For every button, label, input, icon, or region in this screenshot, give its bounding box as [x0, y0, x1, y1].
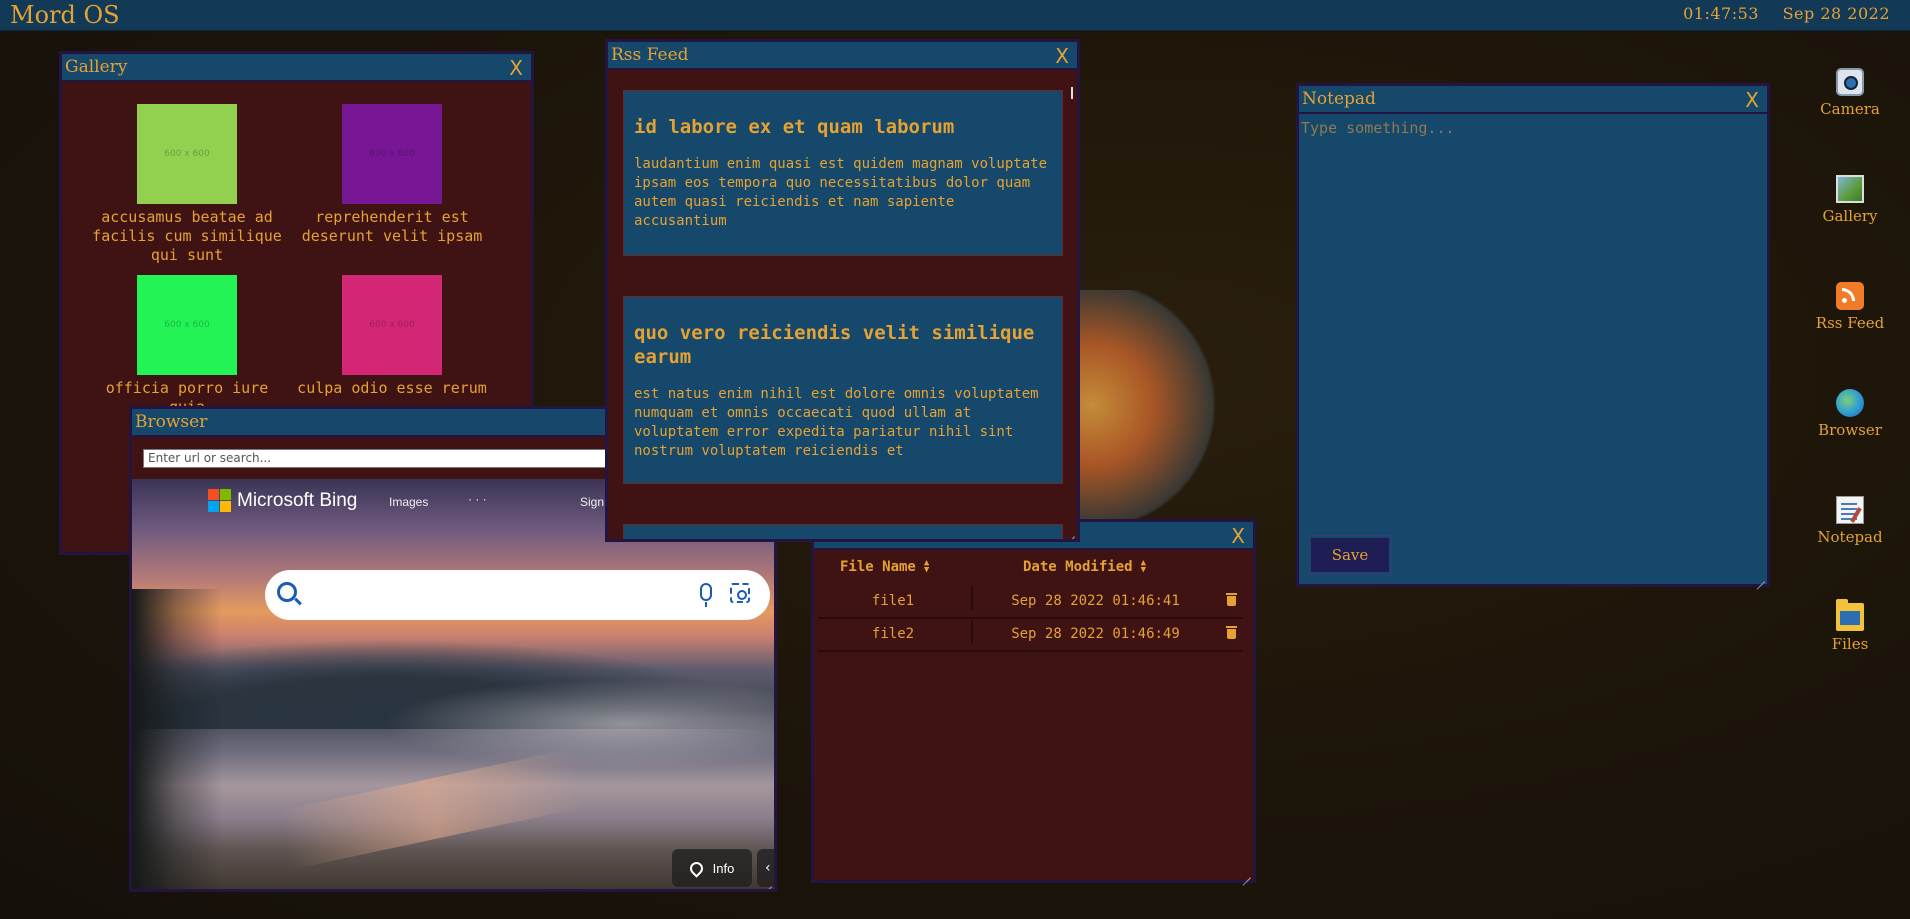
desktop-icon-camera[interactable]: Camera [1815, 68, 1885, 118]
sort-icon[interactable]: ▲ ▼ [1141, 559, 1146, 575]
rss-titlebar[interactable]: Rss Feed X [608, 42, 1077, 70]
rss-icon [1836, 282, 1864, 310]
rss-article-body: est natus enim nihil est dolore omnis vo… [634, 386, 1039, 459]
visual-search-icon[interactable] [730, 583, 750, 603]
rss-article[interactable] [623, 524, 1063, 539]
info-button[interactable]: Info [672, 849, 752, 887]
trash-icon[interactable] [1226, 625, 1237, 643]
gallery-titlebar[interactable]: Gallery X [62, 54, 531, 82]
rss-article[interactable]: id labore ex et quam laborum laudantium … [623, 90, 1063, 256]
files-close-button[interactable]: X [1231, 524, 1245, 548]
gallery-item[interactable]: 600 x 600 accusamus beatae ad facilis cu… [87, 104, 287, 265]
desktop-icon-label: Rss Feed [1815, 314, 1885, 332]
notepad-textarea[interactable] [1299, 114, 1767, 554]
browser-icon [1836, 389, 1864, 417]
files-icon [1836, 599, 1864, 631]
gallery-close-button[interactable]: X [509, 56, 523, 80]
location-pin-icon [686, 858, 706, 878]
gallery-thumbnail[interactable]: 600 x 600 [137, 275, 237, 375]
gallery-icon [1836, 175, 1864, 203]
os-title: Mord OS [10, 1, 120, 29]
desktop-icon-files[interactable]: Files [1815, 599, 1885, 653]
file-name[interactable]: file2 [818, 626, 968, 642]
landscape-trees [132, 589, 222, 889]
rss-article-title[interactable]: quo vero reiciendis velit similique earu… [634, 321, 1052, 369]
column-file-name[interactable]: File Name ▲ ▼ [840, 559, 929, 576]
files-table-header: File Name ▲ ▼ Date Modified ▲ ▼ [820, 559, 1245, 583]
notepad-icon [1836, 496, 1864, 524]
notepad-close-button[interactable]: X [1745, 88, 1759, 112]
trash-icon[interactable] [1226, 592, 1237, 610]
desktop-icon-label: Notepad [1817, 528, 1883, 546]
gallery-item[interactable]: 600 x 600 reprehenderit est deserunt vel… [292, 104, 492, 246]
rss-article-body: laudantium enim quasi est quidem magnam … [634, 156, 1048, 229]
gallery-item[interactable]: 600 x 600 culpa odio esse rerum [292, 275, 492, 398]
camera-icon [1836, 68, 1864, 96]
file-date: Sep 28 2022 01:46:41 [971, 586, 1218, 610]
rss-window[interactable]: Rss Feed X id labore ex et quam laborum … [605, 39, 1080, 542]
rss-article-title[interactable]: id labore ex et quam laborum [634, 115, 1052, 139]
desktop-icon-browser[interactable]: Browser [1815, 389, 1885, 439]
files-window[interactable]: X File Name ▲ ▼ Date Modified ▲ ▼ file1 Sep … [811, 519, 1256, 883]
clock-date: Sep 28 2022 [1782, 4, 1890, 23]
notepad-title: Notepad [1302, 89, 1376, 109]
resize-handle-icon[interactable] [1239, 866, 1251, 878]
resize-handle-icon[interactable] [760, 875, 772, 887]
desktop-icon-label: Gallery [1822, 207, 1878, 225]
column-date-modified-label: Date Modified [1023, 559, 1133, 575]
desktop-icon-notepad[interactable]: Notepad [1815, 496, 1885, 546]
microsoft-logo-icon [208, 489, 231, 512]
rss-article[interactable]: quo vero reiciendis velit similique earu… [623, 296, 1063, 484]
gallery-caption: culpa odio esse rerum [297, 379, 487, 397]
bing-logo-text: Microsoft Bing [237, 489, 358, 511]
desktop-icon-label: Files [1831, 635, 1869, 653]
rss-title: Rss Feed [611, 45, 689, 65]
gallery-thumbnail[interactable]: 600 x 600 [137, 104, 237, 204]
gallery-thumbnail[interactable]: 600 x 600 [342, 275, 442, 375]
file-name[interactable]: file1 [818, 593, 968, 609]
bing-search-box[interactable] [265, 570, 770, 620]
rss-close-button[interactable]: X [1055, 44, 1069, 68]
landscape-steam [382, 679, 774, 769]
column-date-modified[interactable]: Date Modified ▲ ▼ [1023, 559, 1146, 576]
notepad-titlebar[interactable]: Notepad X [1299, 86, 1767, 114]
scrollbar[interactable] [1071, 87, 1073, 99]
bing-nav-more[interactable]: · · · [468, 492, 487, 506]
desktop-icon-label: Browser [1818, 421, 1882, 439]
search-icon[interactable] [277, 582, 297, 602]
gallery-caption: reprehenderit est deserunt velit ipsam [301, 208, 483, 245]
file-date: Sep 28 2022 01:46:49 [971, 619, 1218, 643]
taskbar: Mord OS 01:47:53 Sep 28 2022 [0, 0, 1910, 31]
bing-logo[interactable]: Microsoft Bing [208, 489, 357, 512]
column-file-name-label: File Name [840, 559, 916, 575]
browser-title: Browser [135, 412, 208, 432]
save-button[interactable]: Save [1308, 535, 1392, 575]
notepad-window[interactable]: Notepad X Save [1296, 83, 1770, 587]
gallery-title: Gallery [65, 57, 128, 77]
desktop-icon-gallery[interactable]: Gallery [1815, 175, 1885, 225]
wallpaper-ornament [1060, 290, 1220, 520]
gallery-thumbnail[interactable]: 600 x 600 [342, 104, 442, 204]
clock-time: 01:47:53 [1683, 4, 1759, 23]
gallery-item[interactable]: 600 x 600 officia porro iure quia [87, 275, 287, 417]
resize-handle-icon[interactable] [1753, 570, 1765, 582]
clock: 01:47:53 Sep 28 2022 [1665, 4, 1890, 23]
info-label: Info [712, 860, 735, 876]
table-row[interactable]: file2 Sep 28 2022 01:46:49 [818, 619, 1243, 652]
resize-handle-icon[interactable] [1063, 525, 1075, 537]
table-row[interactable]: file1 Sep 28 2022 01:46:41 [818, 586, 1243, 619]
bing-nav-signin[interactable]: Sign [580, 495, 604, 509]
sort-icon[interactable]: ▲ ▼ [924, 559, 929, 575]
bing-nav-images[interactable]: Images [389, 495, 428, 509]
desktop-icon-label: Camera [1820, 100, 1880, 118]
microphone-icon[interactable] [700, 583, 712, 607]
gallery-caption: accusamus beatae ad facilis cum similiqu… [92, 208, 282, 264]
desktop-icon-rss[interactable]: Rss Feed [1815, 282, 1885, 332]
